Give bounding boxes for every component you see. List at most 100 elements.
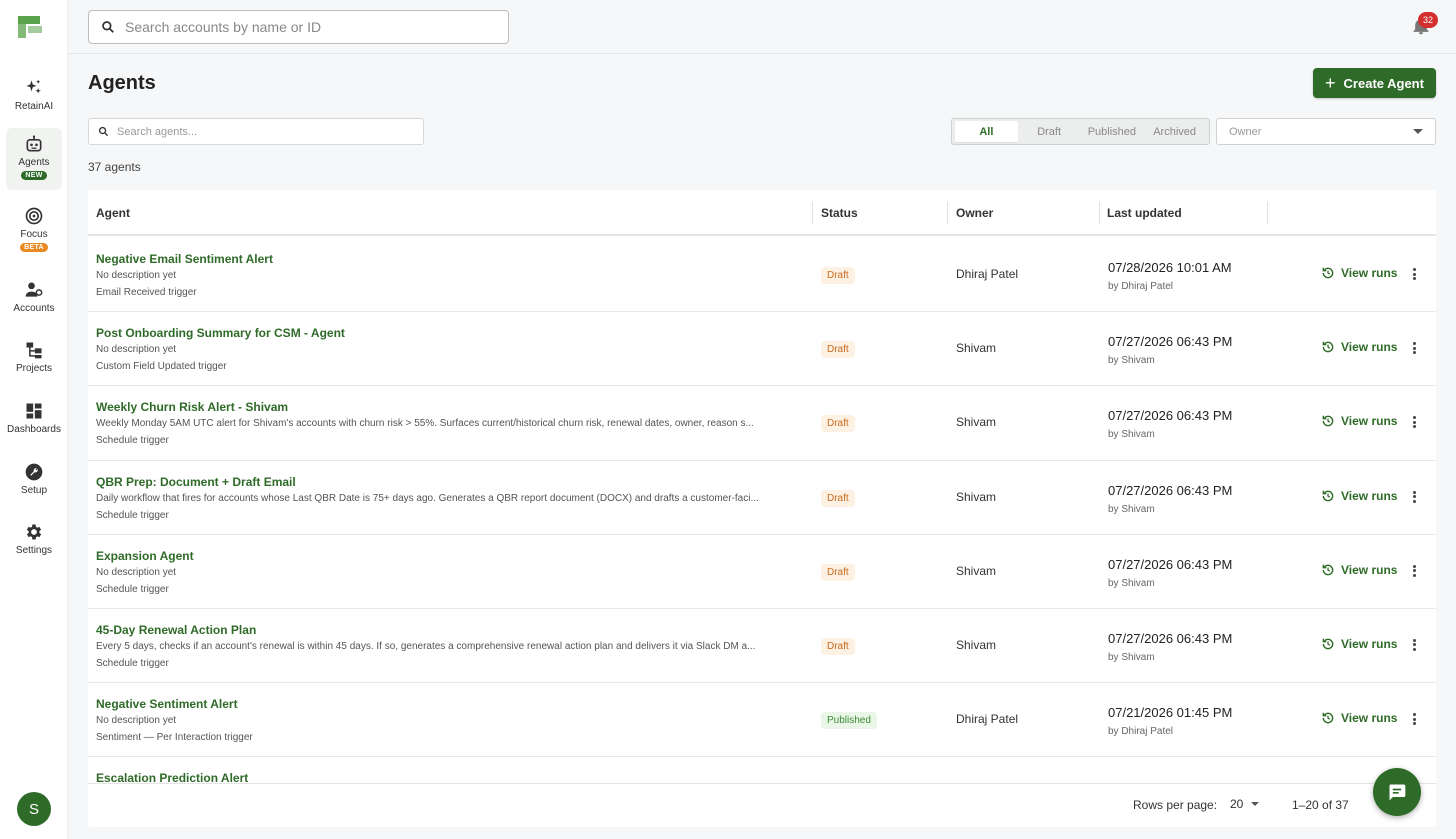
view-runs-button[interactable]: View runs (1321, 266, 1397, 280)
agent-description: No description yet (96, 566, 177, 578)
more-options-icon[interactable] (1406, 414, 1422, 430)
agent-name-link[interactable]: Escalation Prediction Alert (96, 771, 248, 783)
user-avatar[interactable]: S (17, 792, 51, 826)
app-logo[interactable] (18, 16, 50, 38)
column-header-last-updated[interactable]: Last updated (1099, 190, 1267, 236)
agent-name-link[interactable]: 45-Day Renewal Action Plan (96, 623, 256, 637)
table-row[interactable]: Weekly Churn Risk Alert - Shivam Weekly … (88, 386, 1436, 461)
table-row[interactable]: Expansion Agent No description yet Sched… (88, 535, 1436, 609)
history-icon (1322, 416, 1334, 427)
updated-by: by Shivam (1108, 355, 1155, 367)
updated-by: by Dhiraj Patel (1108, 281, 1174, 292)
status-badge: Draft (821, 637, 855, 655)
chevron-down-icon (1251, 802, 1260, 806)
table-row[interactable]: 45-Day Renewal Action Plan Every 5 days,… (88, 609, 1436, 684)
agent-description: Every 5 days, checks if an account's ren… (96, 640, 756, 652)
projects-icon (26, 342, 42, 359)
last-updated-date: 07/21/2026 01:45 PM (1108, 705, 1233, 721)
agent-name-link[interactable]: Weekly Churn Risk Alert - Shivam (96, 400, 288, 414)
column-header-owner[interactable]: Owner (948, 190, 1099, 236)
filter-tab-draft[interactable]: Draft (1018, 121, 1081, 142)
history-icon (1322, 490, 1334, 501)
table-row[interactable]: Negative Sentiment Alert No description … (88, 683, 1436, 758)
agents-table: Agent Status Owner Last updated Negative… (88, 190, 1436, 827)
view-runs-label: View runs (1341, 636, 1398, 651)
history-icon (1322, 712, 1334, 724)
more-options-icon[interactable] (1406, 340, 1422, 356)
table-row[interactable]: Post Onboarding Summary for CSM - Agent … (88, 312, 1436, 387)
agent-search[interactable] (88, 118, 424, 145)
updated-by: by Dhiraj Patel (1108, 726, 1174, 738)
filter-tab-published[interactable]: Published (1081, 121, 1144, 142)
table-pagination: Rows per page: 20 1–20 of 37 (88, 783, 1436, 827)
global-search-input[interactable] (125, 19, 485, 35)
agent-description: Daily workflow that fires for accounts w… (96, 492, 759, 504)
agent-trigger: Custom Field Updated trigger (96, 361, 227, 373)
global-search[interactable] (88, 10, 509, 44)
sidebar-item-label: Focus (20, 229, 48, 240)
filter-tab-archived[interactable]: Archived (1143, 121, 1206, 142)
sidebar-item-settings[interactable]: Settings (6, 516, 62, 562)
owner-name: Shivam (956, 341, 997, 356)
view-runs-button[interactable]: View runs (1321, 414, 1397, 428)
agent-name-link[interactable]: Negative Email Sentiment Alert (96, 252, 273, 266)
rows-per-page-label: Rows per page: (1133, 798, 1218, 812)
table-header: Agent Status Owner Last updated (88, 190, 1436, 236)
agent-search-input[interactable] (117, 125, 397, 138)
robot-icon (26, 135, 42, 152)
view-runs-label: View runs (1341, 562, 1398, 577)
agent-name-link[interactable]: Negative Sentiment Alert (96, 697, 238, 711)
table-row[interactable]: Escalation Prediction Alert (88, 757, 1436, 783)
agent-name-link[interactable]: QBR Prep: Document + Draft Email (96, 475, 296, 489)
chat-button[interactable] (1373, 768, 1421, 816)
create-agent-button[interactable]: + Create Agent (1313, 68, 1436, 98)
more-options-icon[interactable] (1406, 711, 1422, 727)
top-bar: 32 (68, 0, 1456, 54)
view-runs-button[interactable]: View runs (1321, 563, 1397, 577)
agent-name-link[interactable]: Post Onboarding Summary for CSM - Agent (96, 326, 345, 340)
rows-per-page-select[interactable]: 20 (1230, 797, 1260, 811)
more-options-icon[interactable] (1406, 266, 1422, 282)
owner-select[interactable]: Owner (1216, 118, 1436, 145)
history-icon (1322, 564, 1334, 576)
filter-tab-all[interactable]: All (955, 121, 1018, 142)
last-updated-date: 07/27/2026 06:43 PM (1108, 408, 1233, 424)
owner-select-placeholder: Owner (1229, 125, 1262, 138)
sidebar-item-agents[interactable]: Agents NEW (6, 128, 62, 190)
owner-name: Shivam (956, 563, 997, 578)
history-icon (1322, 267, 1334, 279)
status-badge: Draft (821, 415, 855, 433)
sidebar-item-dashboards[interactable]: Dashboards (6, 395, 62, 441)
table-row[interactable]: Negative Email Sentiment Alert No descri… (88, 238, 1436, 313)
agent-name-link[interactable]: Expansion Agent (96, 549, 194, 563)
view-runs-label: View runs (1341, 414, 1398, 429)
sidebar-item-setup[interactable]: Setup (6, 456, 62, 502)
sidebar-item-retainai[interactable]: RetainAI (6, 72, 62, 118)
agent-trigger: Schedule trigger (96, 657, 169, 669)
column-header-status[interactable]: Status (813, 190, 948, 236)
owner-name: Dhiraj Patel (956, 712, 1019, 727)
view-runs-button[interactable]: View runs (1321, 489, 1397, 503)
table-body: Negative Email Sentiment Alert No descri… (88, 238, 1436, 783)
column-header-agent[interactable]: Agent (88, 190, 812, 236)
view-runs-button[interactable]: View runs (1321, 340, 1397, 354)
status-badge: Draft (821, 563, 855, 581)
owner-name: Shivam (956, 637, 997, 652)
sidebar-item-accounts[interactable]: Accounts (6, 274, 62, 320)
more-options-icon[interactable] (1406, 489, 1422, 505)
accounts-icon (25, 282, 43, 297)
view-runs-button[interactable]: View runs (1321, 711, 1397, 725)
status-badge: Published (821, 712, 877, 730)
agent-description: No description yet (96, 715, 177, 727)
gear-icon (26, 524, 42, 540)
sidebar-item-projects[interactable]: Projects (6, 334, 62, 380)
table-row[interactable]: QBR Prep: Document + Draft Email Daily w… (88, 461, 1436, 535)
sidebar-item-label: Agents (18, 157, 50, 168)
more-options-icon[interactable] (1406, 563, 1422, 579)
more-options-icon[interactable] (1406, 637, 1422, 653)
sidebar-item-focus[interactable]: Focus BETA (6, 200, 62, 260)
sidebar-item-label: Setup (20, 485, 48, 496)
view-runs-button[interactable]: View runs (1321, 637, 1397, 651)
history-icon (1322, 341, 1334, 353)
create-agent-label: Create Agent (1343, 75, 1424, 91)
